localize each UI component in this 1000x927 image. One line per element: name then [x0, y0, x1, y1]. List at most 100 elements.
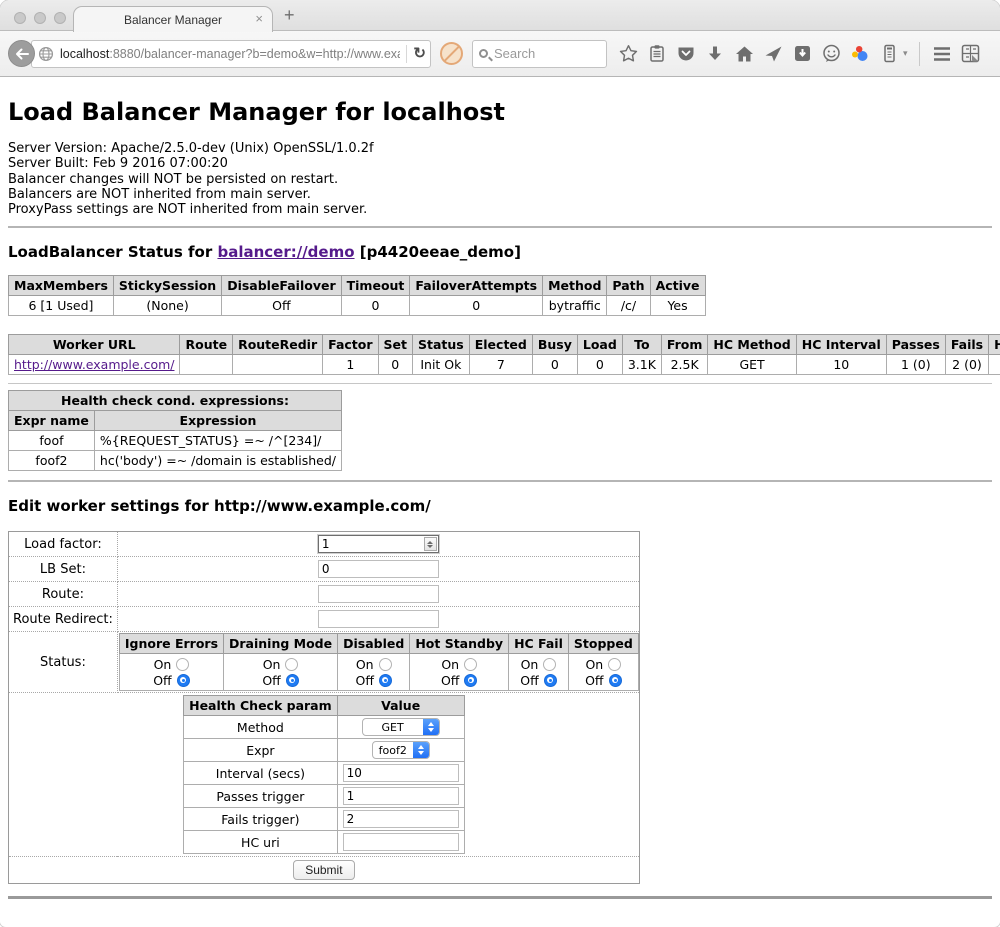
url-bar[interactable]: localhost:8880/balancer-manager?b=demo&w…: [31, 40, 431, 68]
url-host: localhost: [60, 47, 109, 61]
back-button[interactable]: [8, 40, 35, 67]
reading-list-button[interactable]: [646, 43, 668, 65]
on-label: On: [521, 657, 539, 672]
method-select[interactable]: GET: [362, 718, 440, 736]
back-arrow-icon: [15, 48, 29, 60]
route-redirect-input[interactable]: [318, 610, 439, 628]
hc-uri-input[interactable]: [343, 833, 459, 851]
page-title: Load Balancer Manager for localhost: [8, 77, 992, 126]
busy-value: 0: [532, 355, 577, 375]
reload-button[interactable]: ↻: [413, 46, 426, 61]
off-label: Off: [585, 673, 603, 688]
content-blocked-icon[interactable]: [440, 42, 463, 65]
globe-icon: [38, 46, 54, 62]
col-expr-name: Expr name: [9, 411, 95, 431]
submit-button[interactable]: Submit: [293, 860, 354, 880]
route-input[interactable]: [318, 585, 439, 603]
disabled-on-radio[interactable]: [379, 658, 392, 671]
new-tab-button[interactable]: +: [284, 5, 295, 26]
balancer-demo-link[interactable]: balancer://demo: [217, 243, 354, 261]
hc-fail-off-radio[interactable]: [544, 674, 557, 687]
fails-value: 2 (0): [945, 355, 988, 375]
zoom-window-icon[interactable]: [54, 12, 66, 24]
col-value: Value: [337, 696, 464, 716]
url-path: :8880/balancer-manager?b=demo&w=http://w…: [109, 47, 400, 61]
route-redirect-label: Route Redirect:: [9, 607, 118, 632]
col-hc-fail: HC Fail: [509, 634, 569, 654]
minimize-window-icon[interactable]: [34, 12, 46, 24]
chevron-down-icon[interactable]: ▾: [903, 48, 908, 59]
extension-download-button[interactable]: [791, 43, 813, 65]
stopped-cell: On Off: [568, 654, 638, 691]
feedback-smiley-button[interactable]: [820, 43, 842, 65]
bottom-divider: [8, 896, 992, 899]
tab-close-icon[interactable]: ×: [255, 11, 263, 26]
interval-input[interactable]: [343, 764, 459, 782]
passes-input[interactable]: [343, 787, 459, 805]
select-stepper-icon: [423, 718, 439, 736]
hc-fails-row: Fails trigger): [184, 808, 465, 831]
ignore-errors-cell: On Off: [119, 654, 223, 691]
col-path: Path: [607, 276, 650, 296]
lb-set-input[interactable]: [318, 560, 439, 578]
load-factor-input[interactable]: [319, 537, 424, 551]
off-label: Off: [153, 673, 171, 688]
tab-balancer-manager[interactable]: Balancer Manager ×: [73, 6, 273, 32]
url-text[interactable]: localhost:8880/balancer-manager?b=demo&w…: [60, 47, 400, 61]
col-busy: Busy: [532, 335, 577, 355]
send-tab-button[interactable]: [762, 43, 784, 65]
stopped-off-radio[interactable]: [609, 674, 622, 687]
expr-select-value: foof2: [373, 744, 413, 757]
hot-standby-on-radio[interactable]: [464, 658, 477, 671]
download-button[interactable]: [704, 43, 726, 65]
proxypass-notice: ProxyPass settings are NOT inherited fro…: [8, 202, 992, 217]
loadbalancer-status-heading: LoadBalancer Status for balancer://demo …: [8, 243, 992, 261]
col-passes: Passes: [886, 335, 945, 355]
bookmark-star-button[interactable]: [617, 43, 639, 65]
balancer-status-table: MaxMembers StickySession DisableFailover…: [8, 275, 706, 316]
draining-mode-off-radio[interactable]: [286, 674, 299, 687]
draining-mode-on-radio[interactable]: [285, 658, 298, 671]
status-options-table: Ignore Errors Draining Mode Disabled Hot…: [119, 633, 639, 691]
load-value: 0: [577, 355, 622, 375]
col-from: From: [661, 335, 708, 355]
colored-dots-extension-button[interactable]: [849, 43, 871, 65]
close-window-icon[interactable]: [14, 12, 26, 24]
ignore-errors-on-radio[interactable]: [176, 658, 189, 671]
col-factor: Factor: [323, 335, 378, 355]
col-timeout: Timeout: [341, 276, 410, 296]
health-check-expressions-table: Health check cond. expressions: Expr nam…: [8, 390, 342, 471]
pages-grid-button[interactable]: [960, 43, 982, 65]
hc-fail-cell: On Off: [509, 654, 569, 691]
expr-select[interactable]: foof2: [372, 741, 430, 759]
disabled-off-radio[interactable]: [379, 674, 392, 687]
home-button[interactable]: [733, 43, 755, 65]
path-value: /c/: [607, 296, 650, 316]
disabled-cell: On Off: [338, 654, 410, 691]
window-controls[interactable]: [14, 12, 66, 24]
fails-input[interactable]: [343, 810, 459, 828]
hot-standby-off-radio[interactable]: [464, 674, 477, 687]
container-extension-button[interactable]: [878, 43, 900, 65]
hc-fail-on-radio[interactable]: [543, 658, 556, 671]
table-row: http://www.example.com/ 1 0 Init Ok 7 0 …: [9, 355, 1000, 375]
col-load: Load: [577, 335, 622, 355]
method-label: Method: [184, 716, 338, 739]
pocket-button[interactable]: [675, 43, 697, 65]
url-divider: [406, 45, 407, 63]
expr-name: foof2: [9, 451, 95, 471]
col-set: Set: [378, 335, 412, 355]
search-bar[interactable]: Search: [472, 40, 607, 68]
worker-url-link[interactable]: http://www.example.com/: [14, 357, 174, 372]
ignore-errors-off-radio[interactable]: [177, 674, 190, 687]
col-worker-url: Worker URL: [9, 335, 180, 355]
stopped-on-radio[interactable]: [608, 658, 621, 671]
col-ignore-errors: Ignore Errors: [119, 634, 223, 654]
col-expression: Expression: [94, 411, 341, 431]
hc-uri-label: HC uri: [184, 831, 338, 854]
col-stopped: Stopped: [568, 634, 638, 654]
menu-button[interactable]: [931, 43, 953, 65]
col-health-check-param: Health Check param: [184, 696, 338, 716]
col-draining-mode: Draining Mode: [224, 634, 338, 654]
number-spinner-icon[interactable]: [424, 537, 437, 551]
